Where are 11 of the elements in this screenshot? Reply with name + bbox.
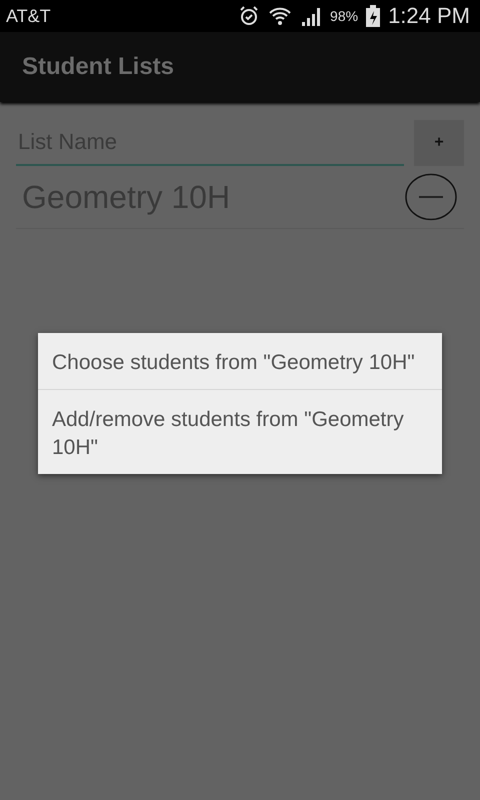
menu-item[interactable]: Choose students from "Geometry 10H" <box>38 333 442 389</box>
carrier-name: AT&T <box>6 6 51 26</box>
app-title: Student Lists <box>22 53 174 81</box>
battery-percentage: 98% <box>330 8 358 24</box>
alarm-clock-icon <box>238 5 260 27</box>
signal-icon <box>300 6 322 26</box>
battery-charging-icon <box>366 5 380 27</box>
clock-time: 1:24 PM <box>388 3 470 29</box>
remove-button[interactable] <box>404 173 458 221</box>
wifi-icon <box>268 5 292 27</box>
menu-item[interactable]: Add/remove students from "Geometry 10H" <box>38 389 442 474</box>
